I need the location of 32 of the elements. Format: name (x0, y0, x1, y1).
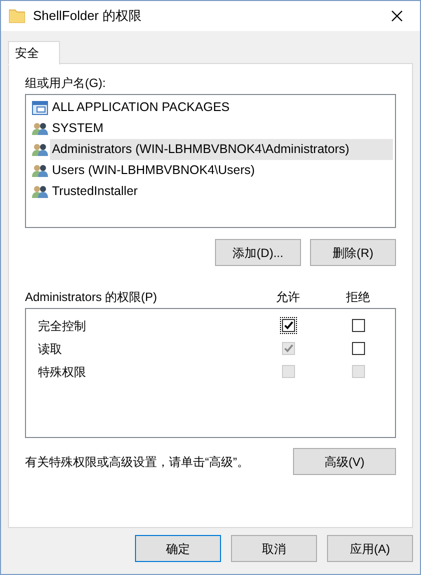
list-item[interactable]: SYSTEM (50, 118, 393, 139)
column-header: 拒绝 (345, 289, 371, 306)
users-icon (32, 122, 48, 136)
permissions-label: Administrators 的权限(P) (25, 289, 158, 306)
list-item[interactable]: ALL APPLICATION PACKAGES (50, 97, 393, 118)
tab[interactable]: 安全 (8, 41, 60, 65)
ok-button[interactable]: 确定 (135, 535, 221, 562)
add-button[interactable]: 添加(D)... (215, 239, 301, 266)
advanced-note: 有关特殊权限或高级设置，请单击“高级”。 (25, 454, 250, 470)
window-title: ShellFolder 的权限 (33, 7, 142, 26)
users-icon (32, 184, 48, 198)
folder-icon (9, 9, 25, 23)
group-list[interactable]: ALL APPLICATION PACKAGES SYSTEM Administrators (WIN-LBHMBVBNOK4\Administrators) Users (WIN-LBHMBVBNOK4\Users) TrustedInstaller (25, 94, 396, 228)
checkbox[interactable] (282, 319, 294, 332)
cancel-button[interactable]: 取消 (231, 535, 317, 562)
apply-button[interactable]: 应用(A) (327, 535, 413, 562)
checkbox[interactable] (352, 319, 364, 332)
advanced-button[interactable]: 高级(V) (293, 448, 396, 475)
users-icon (32, 142, 48, 156)
list-item[interactable]: Users (WIN-LBHMBVBNOK4\Users) (50, 160, 393, 181)
permission-name: 读取 (37, 340, 63, 358)
users-icon (32, 164, 48, 178)
permission-name: 完全控制 (37, 318, 87, 334)
application-icon (32, 100, 48, 114)
group-list-label: 组或用户名(G): (25, 75, 107, 92)
list-item[interactable]: TrustedInstaller (50, 181, 393, 202)
checkbox[interactable] (352, 342, 364, 355)
column-header: 允许 (275, 289, 301, 306)
remove-button[interactable]: 删除(R) (310, 239, 396, 266)
list-item[interactable]: Administrators (WIN-LBHMBVBNOK4\Administrators) (50, 139, 393, 160)
close-icon (391, 10, 403, 22)
permission-name: 特殊权限 (37, 364, 87, 380)
